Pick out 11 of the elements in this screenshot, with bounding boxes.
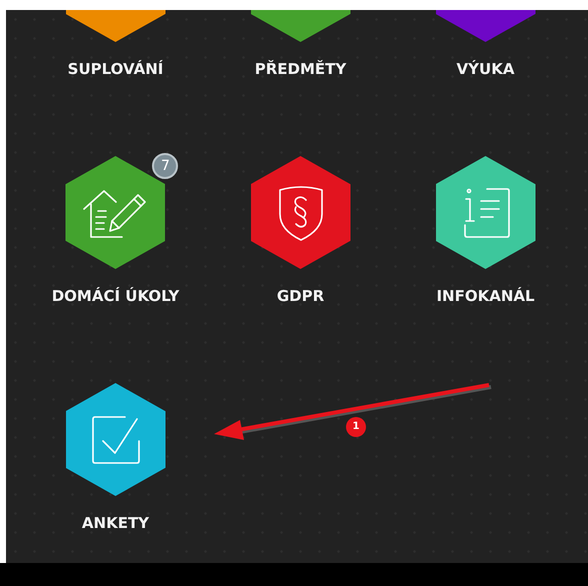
module-button[interactable]: ANKETY [66,383,166,533]
shield-icon [276,184,324,242]
module-button[interactable]: 7 DOMÁCÍ ÚKOLY [52,156,180,306]
checkbox-icon [90,414,140,464]
module-button[interactable]: SUPLOVÁNÍ [66,10,166,79]
module-button[interactable]: INFOKANÁL [436,156,536,306]
count-badge: 7 [152,153,178,179]
module-button[interactable]: VÝUKA [436,10,536,79]
annotation-marker: 1 [346,417,366,437]
module-button[interactable]: GDPR [250,156,350,306]
module-button[interactable]: PŘEDMĚTY [250,10,350,79]
